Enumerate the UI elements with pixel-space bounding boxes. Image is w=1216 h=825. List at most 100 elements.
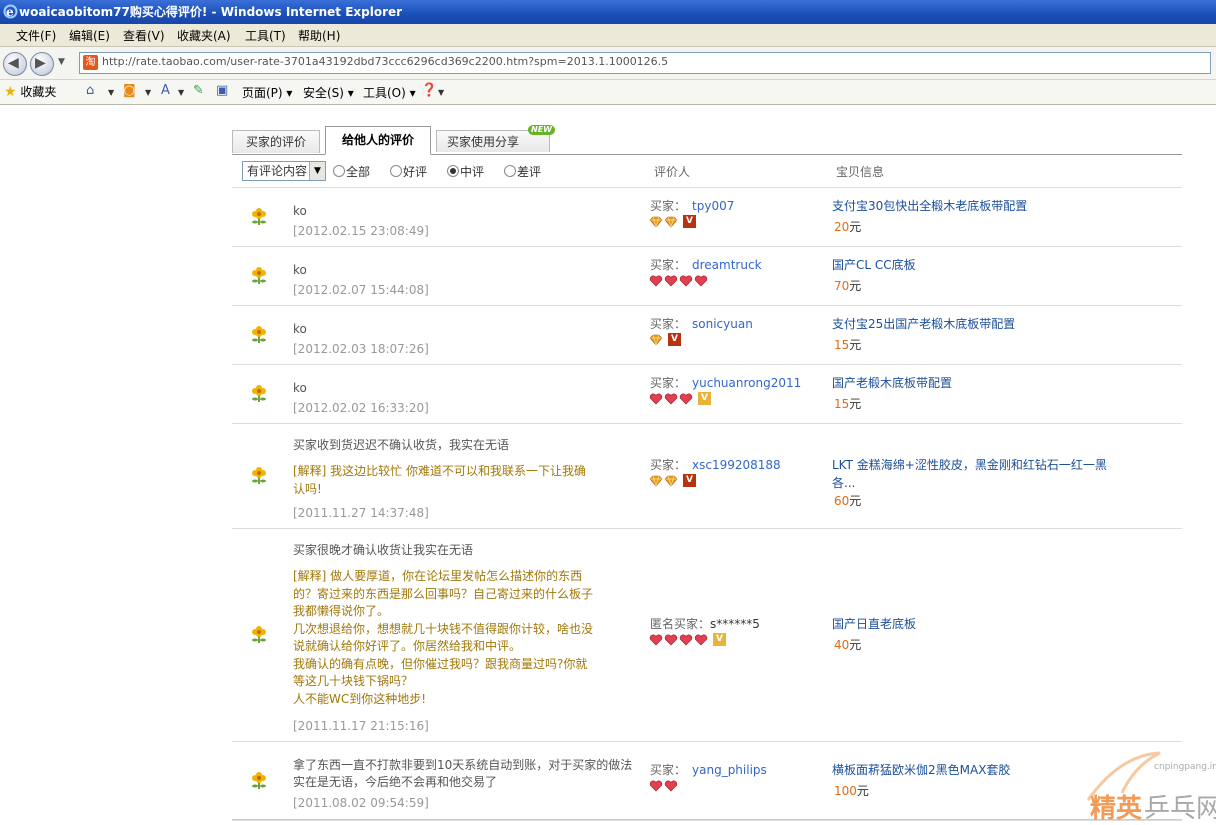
select-value: 有评论内容 (247, 164, 308, 178)
item-price: 100元 (834, 782, 869, 799)
svg-text:精英: 精英 (1090, 794, 1143, 824)
neutral-rating-flower-icon (252, 467, 266, 484)
heart-level-icon (664, 634, 678, 645)
rater-nickname[interactable]: yang_philips (692, 763, 767, 777)
diamond-level-icon (649, 475, 663, 487)
diamond-level-icon (649, 216, 663, 228)
rater-nickname[interactable]: tpy007 (692, 199, 734, 213)
item-price: 20元 (834, 218, 861, 235)
vip-badge-icon: V (713, 633, 726, 646)
neutral-rating-flower-icon (252, 326, 266, 343)
page-menu[interactable]: 页面(P) ▾ (242, 84, 292, 101)
rater-nickname[interactable]: sonicyuan (692, 317, 753, 331)
item-link[interactable]: 国产CL CC底板 (832, 256, 916, 273)
menu-favorites[interactable]: 收藏夹(A) (177, 27, 231, 44)
rater-label: 买家： (650, 458, 687, 472)
rater-info: 买家： yuchuanrong2011 (650, 374, 801, 391)
seller-explanation: 人不能WC到你这种地步! (293, 691, 427, 706)
seller-explanation: 认吗! (293, 481, 322, 496)
rater-info: 买家： xsc199208188 (650, 456, 781, 473)
item-link[interactable]: 国产老椴木底板带配置 (832, 374, 952, 391)
radio-negative[interactable]: 差评 (504, 163, 541, 180)
rater-label: 买家： (650, 763, 687, 777)
rater-nickname[interactable]: dreamtruck (692, 258, 762, 272)
review-row: ko [2012.02.07 15:44:08] 买家： dreamtruck 国产CL… (232, 247, 1182, 306)
tab-buyer-ratings[interactable]: 买家的评价 (232, 130, 320, 153)
price-value: 70 (834, 279, 850, 293)
review-date: [2011.11.27 14:37:48] (293, 506, 429, 520)
menu-tools[interactable]: 工具(T) (245, 27, 286, 44)
comment-filter-select[interactable]: 有评论内容 ▼ (242, 161, 326, 181)
review-comment: 拿了东西一直不打款非要到10天系统自动到账，对于买家的做法 (293, 758, 633, 772)
page-menu-label: 页面(P) (242, 86, 283, 100)
price-unit: 元 (849, 338, 862, 352)
item-link[interactable]: LKT 金糕海绵+涩性胶皮，黑金刚和红钻石一红一黑 (832, 456, 1107, 473)
help-icon[interactable]: ❓ (421, 83, 437, 98)
forward-button[interactable]: ▶ (30, 52, 54, 76)
menu-edit[interactable]: 编辑(E) (69, 27, 110, 44)
neutral-rating-flower-icon (252, 772, 266, 789)
neutral-rating-flower-icon (252, 208, 266, 225)
feed-dropdown-icon[interactable]: ▼ (145, 88, 151, 97)
price-unit: 元 (856, 784, 869, 798)
item-link[interactable]: 支付宝30包快出全椴木老底板带配置 (832, 197, 1027, 214)
star-icon: ★ (4, 84, 17, 100)
item-link[interactable]: 国产日直老底板 (832, 615, 916, 632)
credit-badges: V (649, 391, 711, 405)
window-titlebar: e woaicaobitom77购买心得评价! - Windows Intern… (0, 0, 1216, 24)
review-comment-line2: 实在是无语，今后绝不会再和他交易了 (293, 775, 498, 789)
menu-view[interactable]: 查看(V) (123, 27, 165, 44)
credit-badges (649, 273, 709, 287)
history-dropdown-icon[interactable]: ▼ (58, 57, 65, 67)
menu-help[interactable]: 帮助(H) (298, 27, 340, 44)
neutral-rating-flower-icon (252, 626, 266, 643)
back-button[interactable]: ◀ (3, 52, 27, 76)
review-date: [2012.02.03 18:07:26] (293, 342, 429, 356)
diamond-level-icon (664, 475, 678, 487)
safety-menu[interactable]: 安全(S) ▾ (303, 84, 354, 101)
heart-level-icon (649, 634, 663, 645)
tab-ratings-given[interactable]: 给他人的评价 (325, 126, 431, 155)
seller-explanation: 我都懒得说你了。 (293, 604, 390, 618)
heart-level-icon (694, 634, 708, 645)
radio-positive[interactable]: 好评 (390, 163, 427, 180)
tools-menu[interactable]: 工具(O) ▾ (363, 84, 416, 101)
translate-icon[interactable]: ▣ (216, 83, 228, 98)
home-dropdown-icon[interactable]: ▼ (108, 88, 114, 97)
heart-level-icon (679, 275, 693, 286)
vip-badge-icon: V (683, 215, 696, 228)
seller-explanation: [解释] 做人要厚道，你在论坛里发帖怎么描述你的东西 (293, 569, 583, 583)
print-icon[interactable]: A (161, 83, 170, 98)
neutral-rating-flower-icon (252, 385, 266, 402)
item-link[interactable]: 横板面菥猛欧米伽2黑色MAX套胶 (832, 761, 1010, 778)
radio-all[interactable]: 全部 (333, 163, 370, 180)
research-icon[interactable]: ✎ (193, 83, 204, 98)
price-value: 100 (834, 784, 857, 798)
favorites-button[interactable]: ★ 收藏夹 (4, 83, 56, 100)
rater-nickname[interactable]: yuchuanrong2011 (692, 376, 801, 390)
price-unit: 元 (849, 638, 862, 652)
vip-badge-icon: V (698, 392, 711, 405)
rss-feed-icon[interactable]: ◙ (123, 83, 136, 98)
item-link[interactable]: 支付宝25出国产老椴木底板带配置 (832, 315, 1015, 332)
seller-explanation: 等这几十块钱下锅吗？ (293, 674, 414, 688)
home-icon[interactable]: ⌂ (86, 83, 94, 98)
rating-tabs: 买家的评价 给他人的评价 买家使用分享 NEW (232, 125, 1182, 155)
credit-badges: V (649, 214, 696, 228)
rater-nickname[interactable]: xsc199208188 (692, 458, 781, 472)
tab-buyer-share-label: 买家使用分享 (447, 135, 520, 149)
tab-buyer-share[interactable]: 买家使用分享 NEW (436, 125, 555, 152)
print-dropdown-icon[interactable]: ▼ (178, 88, 184, 97)
url-input[interactable]: 淘 http://rate.taobao.com/user-rate-3701a… (79, 52, 1211, 74)
item-price: 40元 (834, 636, 861, 653)
heart-level-icon (679, 634, 693, 645)
help-dropdown-icon[interactable]: ▼ (438, 88, 444, 97)
heart-level-icon (649, 780, 663, 791)
review-row: ko [2012.02.15 23:08:49] 买家： tpy007 V 支付宝30包快… (232, 188, 1182, 247)
review-row: ko [2012.02.02 16:33:20] 买家： yuchuanrong201… (232, 365, 1182, 424)
item-price: 15元 (834, 336, 861, 353)
review-comment: 买家很晚才确认收货让我实在无语 (293, 543, 474, 557)
item-link-line2[interactable]: 各... (832, 474, 855, 491)
menu-file[interactable]: 文件(F) (16, 27, 56, 44)
radio-neutral[interactable]: 中评 (447, 163, 484, 180)
